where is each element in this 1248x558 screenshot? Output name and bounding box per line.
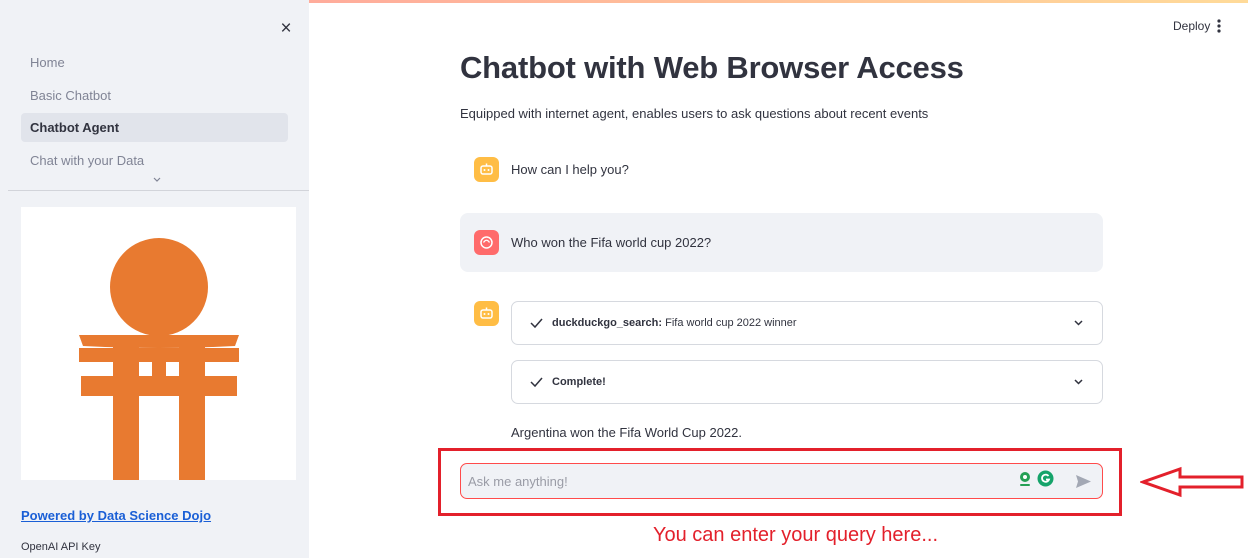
nav-item-chat-with-your-data[interactable]: Chat with your Data: [21, 146, 288, 175]
check-icon: [530, 318, 543, 329]
openai-api-key-label: OpenAI API Key: [21, 541, 101, 553]
user-message-text: Who won the Fifa world cup 2022?: [511, 235, 712, 250]
bot-avatar-icon: [474, 301, 499, 326]
tool-step-expander-search[interactable]: duckduckgo_search: Fifa world cup 2022 w…: [511, 301, 1103, 345]
annotation-caption: You can enter your query here...: [653, 524, 938, 546]
left-arrow-icon: [1140, 466, 1244, 498]
sidebar-divider: [8, 190, 309, 191]
chevron-down-icon: [1074, 320, 1083, 326]
chevron-down-icon: [1074, 379, 1083, 385]
page-title: Chatbot with Web Browser Access: [460, 50, 964, 85]
check-icon: [530, 377, 543, 388]
sidebar: × Home Basic Chatbot Chatbot Agent Chat …: [0, 0, 309, 558]
nav-item-basic-chatbot[interactable]: Basic Chatbot: [21, 81, 288, 110]
tool-step-label: duckduckgo_search: Fifa world cup 2022 w…: [552, 317, 797, 329]
chevron-down-icon[interactable]: [150, 175, 164, 185]
data-science-dojo-logo: [21, 207, 296, 480]
tool-step-label: Complete!: [552, 376, 606, 388]
assistant-answer-text: Argentina won the Fifa World Cup 2022.: [511, 425, 743, 440]
annotation-highlight-box: [438, 448, 1122, 516]
nav-item-chatbot-agent[interactable]: Chatbot Agent: [21, 113, 288, 142]
powered-by-link[interactable]: Powered by Data Science Dojo: [21, 508, 211, 523]
deploy-button[interactable]: Deploy: [1173, 19, 1210, 33]
sidebar-close-icon[interactable]: ×: [276, 19, 296, 39]
page-subtitle: Equipped with internet agent, enables us…: [460, 106, 929, 121]
tool-step-expander-complete[interactable]: Complete!: [511, 360, 1103, 404]
kebab-menu-icon[interactable]: [1214, 18, 1224, 34]
assistant-message-text: How can I help you?: [511, 162, 629, 177]
nav-item-home[interactable]: Home: [21, 48, 288, 77]
user-avatar-icon: [474, 230, 499, 255]
bot-avatar-icon: [474, 157, 499, 182]
